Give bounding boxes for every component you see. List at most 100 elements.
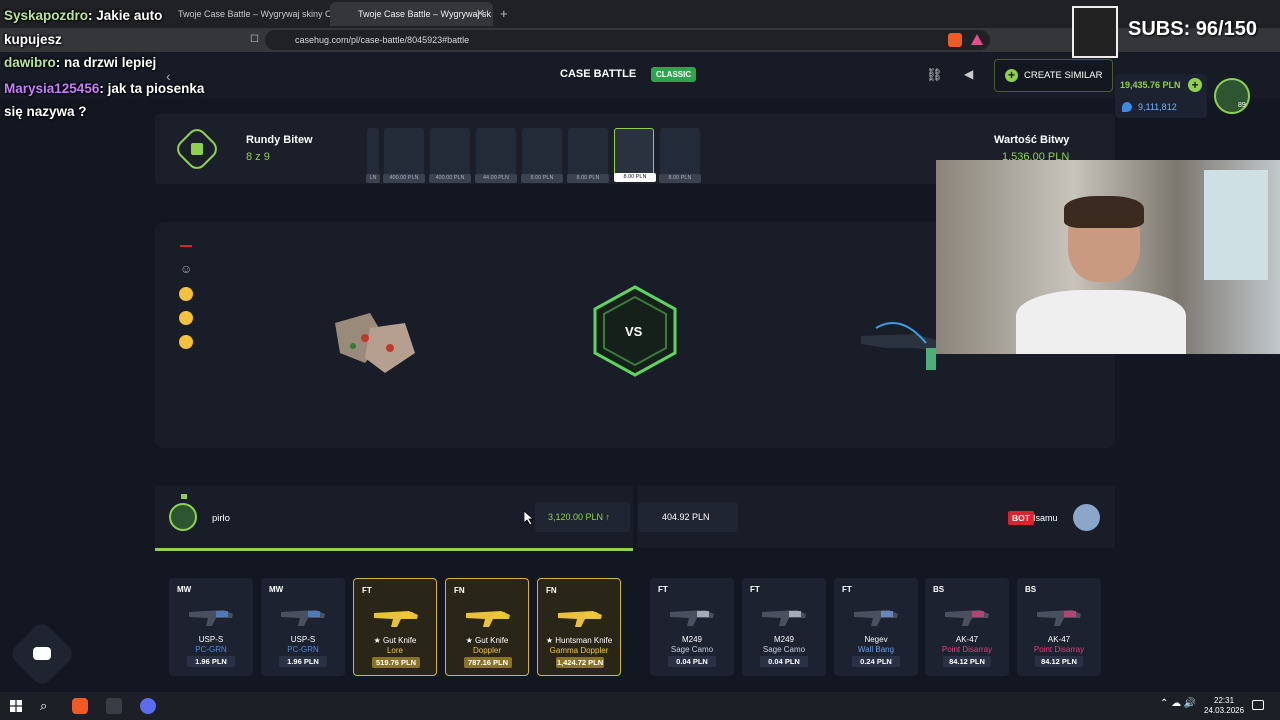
item-card[interactable]: MW USP-S PC-GRN 1.96 PLN xyxy=(261,578,345,676)
item-weapon-icon xyxy=(945,610,989,626)
item-price: 787.16 PLN xyxy=(464,657,512,668)
case-price: 8.00 PLN xyxy=(521,174,563,183)
emoji-frown-icon[interactable] xyxy=(179,311,193,325)
case-thumb[interactable]: 8.00 PLN xyxy=(659,128,701,183)
link-icon[interactable]: ⛓ xyxy=(926,67,943,83)
item-weapon-icon xyxy=(854,610,898,626)
case-thumb-active[interactable]: 8.00 PLN xyxy=(614,128,656,182)
item-weapon-icon xyxy=(281,610,325,626)
item-price: 0.04 PLN xyxy=(760,656,808,667)
new-tab-button[interactable]: + xyxy=(500,6,508,21)
item-card[interactable]: FT M249 Sage Camo 0.04 PLN xyxy=(742,578,826,676)
browser-tab-active[interactable]: Twoje Case Battle – Wygrywaj sk ✕ xyxy=(330,2,493,26)
chat-text: się nazywa ? xyxy=(4,104,87,119)
create-similar-button[interactable]: + CREATE SIMILAR xyxy=(994,59,1113,92)
item-name: ★ Huntsman Knife xyxy=(545,636,613,645)
chat-user: Marysia125456 xyxy=(4,81,100,96)
rounds-label: Rundy Bitew xyxy=(246,134,313,146)
item-name: M249 xyxy=(773,635,794,644)
chat-message: Marysia125456: jak ta piosenka xyxy=(4,81,205,96)
brave-taskbar-icon[interactable] xyxy=(72,698,88,714)
case-price: 8.00 PLN xyxy=(659,174,701,183)
chat-user: dawibro xyxy=(4,55,56,70)
url-text: casehug.com/pl/case-battle/8045923#battl… xyxy=(295,35,470,45)
case-price: LN xyxy=(366,174,380,183)
notification-icon[interactable] xyxy=(1252,700,1264,710)
case-thumb[interactable]: 8.00 PLN xyxy=(521,128,563,183)
item-price: 519.76 PLN xyxy=(372,657,420,668)
item-skin: PC-GRN xyxy=(287,645,319,654)
item-skin: Point Disarray xyxy=(941,645,993,654)
item-card[interactable]: FT ★ Gut Knife Lore 519.76 PLN xyxy=(353,578,437,676)
item-wear: MW xyxy=(269,585,284,594)
player2-total: 404.92 PLN xyxy=(638,502,738,532)
balance-main: 19,435.76 PLN xyxy=(1120,80,1181,90)
brave-shield-icon[interactable] xyxy=(948,33,962,47)
item-skin: Sage Camo xyxy=(762,645,806,654)
item-card[interactable]: BS AK-47 Point Disarray 84.12 PLN xyxy=(925,578,1009,676)
system-tray-icons[interactable]: ⌃ ☁ 🔊 xyxy=(1160,698,1196,709)
item-skin: Lore xyxy=(386,646,403,655)
item-card[interactable]: FT Negev Wall Bang 0.24 PLN xyxy=(834,578,918,676)
item-wear: FT xyxy=(362,586,372,595)
item-name: AK-47 xyxy=(1047,635,1071,644)
bot-badge: BOT xyxy=(1008,511,1034,525)
case-thumb[interactable]: 400.00 PLN xyxy=(429,128,471,183)
mute-icon[interactable]: ◀ xyxy=(964,67,973,81)
url-field[interactable]: casehug.com/pl/case-battle/8045923#battl… xyxy=(265,30,990,50)
obs-taskbar-icon[interactable] xyxy=(106,698,122,714)
close-tab-icon[interactable]: ✕ xyxy=(476,7,485,20)
chat-text: jak ta piosenka xyxy=(107,81,205,96)
emoji-shocked-icon[interactable] xyxy=(179,335,193,349)
case-price: 400.00 PLN xyxy=(429,174,471,183)
item-skin: PC-GRN xyxy=(195,645,227,654)
item-weapon-icon xyxy=(1037,610,1081,626)
player2-name: Isamu xyxy=(1033,513,1058,523)
player1-avatar[interactable] xyxy=(169,503,197,531)
webcam-overlay xyxy=(936,160,1280,354)
subs-counter: SUBS: 96/150 xyxy=(1128,18,1257,40)
item-price: 0.24 PLN xyxy=(852,656,900,667)
item-card[interactable]: FN ★ Gut Knife Doppler 787.16 PLN xyxy=(445,578,529,676)
item-wear: BS xyxy=(933,585,945,594)
item-name: M249 xyxy=(681,635,702,644)
rounds-icon-inner xyxy=(191,143,203,155)
item-card[interactable]: FT M249 Sage Camo 0.04 PLN xyxy=(650,578,734,676)
case-thumb[interactable]: 8.00 PLN xyxy=(567,128,609,183)
webcam-person-hair xyxy=(1064,196,1144,228)
user-level: 89 xyxy=(1238,102,1246,109)
brave-rewards-icon[interactable] xyxy=(971,34,983,45)
taskbar-clock[interactable]: 22:31 24.03.2026 xyxy=(1204,696,1244,716)
plus-icon: + xyxy=(1005,69,1018,82)
coin-icon xyxy=(1122,102,1132,112)
item-price: 1.96 PLN xyxy=(187,656,235,667)
player2-avatar[interactable] xyxy=(1073,504,1100,531)
item-card[interactable]: BS AK-47 Point Disarray 84.12 PLN xyxy=(1017,578,1101,676)
item-weapon-icon xyxy=(466,611,510,627)
emoji-close-marker xyxy=(180,245,192,247)
item-wear: FN xyxy=(546,586,557,595)
case-thumb[interactable]: LN xyxy=(366,128,380,183)
case-price: 400.00 PLN xyxy=(383,174,425,183)
item-weapon-icon xyxy=(374,611,418,627)
item-card[interactable]: MW USP-S PC-GRN 1.96 PLN xyxy=(169,578,253,676)
search-icon[interactable]: ⌕ xyxy=(40,698,47,714)
gloves-skin-image xyxy=(335,313,415,373)
case-thumb[interactable]: 400.00 PLN xyxy=(383,128,425,183)
battle-value-label: Wartość Bitwy xyxy=(994,134,1070,146)
deposit-plus-icon[interactable]: + xyxy=(1188,78,1202,92)
player1-name: pirlo xyxy=(212,513,230,524)
discord-taskbar-icon[interactable] xyxy=(140,698,156,714)
item-weapon-icon xyxy=(670,610,714,626)
case-thumb[interactable]: 44.00 PLN xyxy=(475,128,517,183)
webcam-wall-jersey xyxy=(1204,170,1268,280)
item-card[interactable]: FN ★ Huntsman Knife Gamma Doppler 1,424.72 … xyxy=(537,578,621,676)
player1-progress xyxy=(155,548,633,551)
emoji-sad-icon[interactable] xyxy=(179,287,193,301)
item-wear: FT xyxy=(658,585,668,594)
emoji-picker-icon[interactable]: ☺ xyxy=(180,262,192,276)
browser-tab[interactable]: Twoje Case Battle – Wygrywaj skiny C xyxy=(150,2,330,26)
bookmark-icon[interactable]: ☐ xyxy=(250,34,259,45)
crown-icon xyxy=(181,494,187,499)
chat-text: Jakie auto xyxy=(96,8,163,23)
